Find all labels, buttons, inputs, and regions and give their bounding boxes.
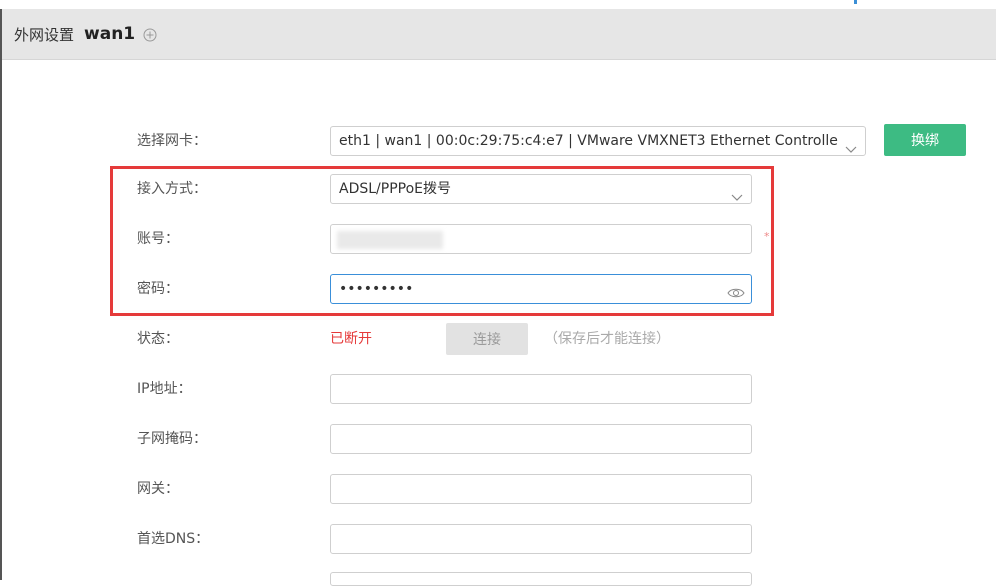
gateway-input[interactable] bbox=[330, 474, 752, 504]
rebind-button[interactable]: 换绑 bbox=[884, 124, 966, 156]
connect-button[interactable]: 连接 bbox=[446, 323, 528, 355]
subnet-label: 子网掩码： bbox=[137, 431, 207, 447]
ip-label: IP地址： bbox=[137, 381, 192, 397]
account-row: 账号： * bbox=[0, 222, 996, 256]
dns-input[interactable] bbox=[330, 524, 752, 554]
gateway-label: 网关： bbox=[137, 481, 179, 497]
account-label: 账号： bbox=[137, 231, 179, 247]
nic-select-value: eth1 | wan1 | 00:0c:29:75:c4:e7 | VMware… bbox=[339, 133, 838, 149]
nic-row: 选择网卡： eth1 | wan1 | 00:0c:29:75:c4:e7 | … bbox=[0, 124, 996, 158]
ip-row: IP地址： bbox=[0, 372, 996, 406]
next-input-partial[interactable] bbox=[330, 572, 752, 586]
password-row: 密码： ••••••••• bbox=[0, 272, 996, 306]
dns-label: 首选DNS： bbox=[137, 531, 210, 547]
interface-name: wan1 bbox=[84, 24, 136, 44]
top-strip bbox=[0, 0, 996, 9]
dns-row: 首选DNS： bbox=[0, 522, 996, 556]
chevron-down-icon bbox=[845, 136, 857, 153]
status-row: 状态： 已断开 连接 （保存后才能连接） bbox=[0, 322, 996, 356]
required-mark: * bbox=[764, 230, 770, 243]
nic-label: 选择网卡： bbox=[137, 133, 207, 149]
section-title: 外网设置 bbox=[14, 25, 75, 44]
chevron-down-icon bbox=[731, 184, 743, 201]
status-label: 状态： bbox=[137, 331, 179, 347]
access-mode-select[interactable]: ADSL/PPPoE拨号 bbox=[330, 174, 752, 204]
password-label: 密码： bbox=[137, 281, 179, 297]
access-mode-value: ADSL/PPPoE拨号 bbox=[339, 181, 451, 197]
subnet-input[interactable] bbox=[330, 424, 752, 454]
access-mode-label: 接入方式： bbox=[137, 181, 207, 197]
status-value: 已断开 bbox=[330, 331, 372, 347]
connect-hint: （保存后才能连接） bbox=[544, 331, 670, 347]
access-mode-row: 接入方式： ADSL/PPPoE拨号 bbox=[0, 172, 996, 206]
account-input[interactable] bbox=[330, 224, 752, 254]
password-input[interactable]: ••••••••• bbox=[330, 274, 752, 304]
nic-select[interactable]: eth1 | wan1 | 00:0c:29:75:c4:e7 | VMware… bbox=[330, 126, 866, 156]
eye-icon[interactable] bbox=[727, 282, 745, 298]
top-tick-mark bbox=[854, 0, 857, 4]
subnet-row: 子网掩码： bbox=[0, 422, 996, 456]
password-value: ••••••••• bbox=[339, 281, 414, 297]
next-row-partial bbox=[0, 570, 996, 586]
add-interface-icon[interactable] bbox=[143, 27, 157, 42]
page-header: 外网设置 wan1 bbox=[2, 9, 996, 60]
gateway-row: 网关： bbox=[0, 472, 996, 506]
redacted-account-value bbox=[337, 231, 443, 249]
ip-input[interactable] bbox=[330, 374, 752, 404]
